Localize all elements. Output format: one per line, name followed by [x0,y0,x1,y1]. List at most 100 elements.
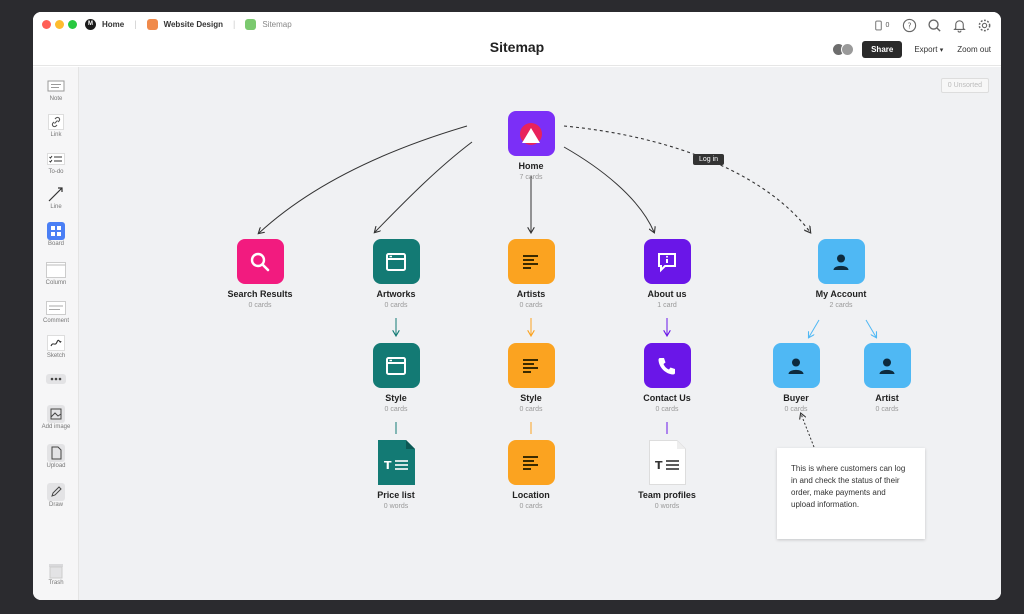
card-icon [507,440,555,485]
document-icon: T [377,440,415,485]
card-title: Search Results [227,289,293,299]
maximize-window-button[interactable] [68,20,77,29]
login-label[interactable]: Log in [693,154,725,165]
card-title: Contact Us [643,393,691,403]
tool-board[interactable]: Board [33,222,79,247]
tool-line[interactable]: Line [33,185,79,210]
minimize-window-button[interactable] [55,20,64,29]
note-text: This is where customers can log in and c… [791,464,906,509]
text-lines-icon [523,358,538,373]
board-card-artworks[interactable]: Artworks 0 cards [356,239,436,309]
tool-add-image[interactable]: Add image [33,405,79,430]
board-card-style-artists[interactable]: Style 0 cards [491,343,571,413]
milanote-logo-icon: M [85,18,96,30]
card-icon: T [377,440,415,485]
card-icon [643,343,691,388]
link-home-about[interactable] [563,146,654,232]
tool-sketch[interactable]: Sketch [33,334,79,359]
tool-upload[interactable]: Upload [33,444,79,469]
board-card-contact-us[interactable]: Contact Us 0 cards [627,343,707,413]
board-icon [245,18,257,30]
trash-button[interactable]: Trash [33,561,79,586]
search-button[interactable] [925,16,943,34]
card-title: Artist [875,393,899,403]
tool-draw[interactable]: Draw [33,483,79,508]
card-title: Style [385,393,407,403]
tool-label: To-do [48,169,64,175]
collaborators[interactable] [832,43,855,56]
link-account-artist[interactable] [865,319,876,337]
export-button[interactable]: Export ▾ [914,45,943,54]
card-count: 0 cards [519,503,543,510]
share-button[interactable]: Share [862,41,903,58]
todo-icon [47,153,65,165]
link-home-artworks[interactable] [375,141,473,232]
column-icon [46,262,66,278]
card-count: 1 card [657,302,677,309]
close-window-button[interactable] [42,20,51,29]
mobile-app-button[interactable]: 0 [869,16,893,34]
card-title: Artworks [376,289,416,299]
board-card-about-us[interactable]: About us 1 card [627,239,707,309]
doc-card-price-list[interactable]: T Price list 0 words [356,440,436,510]
card-title: Team profiles [638,490,696,500]
board-card-home[interactable]: Home 7 cards [491,111,571,181]
link-note-buyer[interactable] [801,414,815,448]
tool-label: Column [45,280,67,286]
board-card-buyer[interactable]: Buyer 0 cards [756,343,836,413]
board-card-artist[interactable]: Artist 0 cards [847,343,927,413]
pen-icon [47,483,65,501]
zoom-out-button[interactable]: Zoom out [957,45,991,54]
board-card-artists[interactable]: Artists 0 cards [491,239,571,309]
card-count: 0 words [383,503,409,510]
board-card-style-artworks[interactable]: Style 0 cards [356,343,436,413]
link-account-buyer[interactable] [809,319,820,337]
breadcrumb-label: Sitemap [262,19,292,29]
card-icon: T [648,440,686,485]
top-bar: M Home | Website Design | Sitemap Sitema… [33,12,1001,66]
breadcrumb-website-design[interactable]: Website Design [146,18,223,30]
tool-column[interactable]: Column [33,261,79,286]
card-icon [643,239,691,284]
tool-note[interactable]: Note [33,77,79,102]
card-icon [507,239,555,284]
breadcrumb: M Home | Website Design | Sitemap [85,17,302,31]
person-icon [788,358,804,374]
breadcrumb-label: Website Design [163,19,223,29]
tool-link[interactable]: Link [33,113,79,138]
link-home-search[interactable] [259,125,468,233]
tool-comment[interactable]: Comment [33,299,79,324]
sketch-icon [47,335,65,351]
tool-label: Board [47,241,64,247]
card-count: 0 words [654,503,680,510]
doc-card-team-profiles[interactable]: T Team profiles 0 words [627,440,707,510]
card-icon [817,239,865,284]
gear-icon [978,19,990,31]
board-card-my-account[interactable]: My Account 2 cards [801,239,881,309]
board-canvas[interactable]: 0 Unsorted Log in Home 7 cards Search Re… [79,67,1001,600]
board-card-location[interactable]: Location 0 cards [491,440,571,510]
card-count: 0 cards [519,302,543,309]
search-icon [927,18,941,32]
board-actions: Share Export ▾ Zoom out [832,41,991,58]
note-icon [47,80,65,92]
card-icon [372,343,420,388]
breadcrumb-sitemap[interactable]: Sitemap [245,18,292,30]
card-title: Price list [377,490,415,500]
tool-label: Add image [41,424,71,430]
svg-text:?: ? [907,21,911,30]
note-card[interactable]: This is where customers can log in and c… [777,448,925,539]
mobile-count: 0 [885,21,890,29]
settings-button[interactable] [975,16,993,34]
breadcrumb-separator: | [134,19,137,29]
more-tools-button[interactable] [33,370,79,388]
tool-todo[interactable]: To-do [33,150,79,175]
notifications-button[interactable] [950,16,968,34]
board-card-search-results[interactable]: Search Results 0 cards [220,239,300,309]
board-icon [146,18,158,30]
link-home-account[interactable] [563,125,810,232]
breadcrumb-home[interactable]: M Home [85,18,124,30]
help-button[interactable]: ? [900,16,918,34]
text-lines-icon [523,455,538,470]
card-count: 0 cards [655,406,679,413]
